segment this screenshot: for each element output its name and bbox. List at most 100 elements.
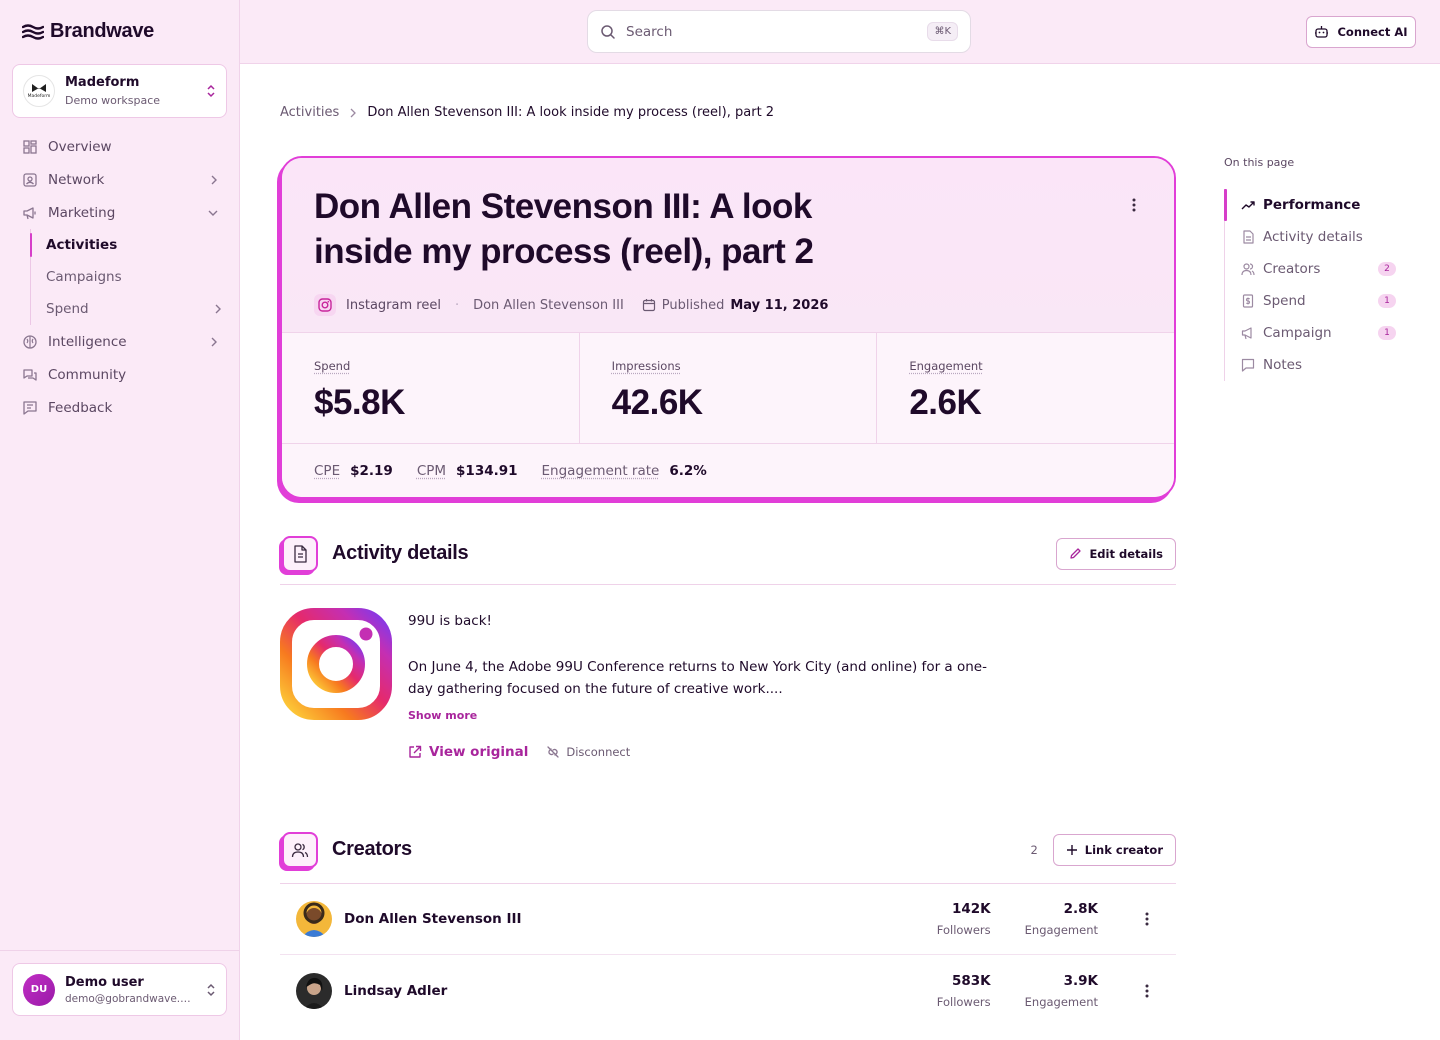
performance-card: Don Allen Stevenson III: A look inside m… [280, 156, 1176, 499]
sidebar-divider [0, 950, 239, 951]
show-more-link[interactable]: Show more [408, 709, 477, 722]
metric-cpm: CPM $134.91 [416, 462, 518, 479]
edit-details-button[interactable]: Edit details [1056, 537, 1176, 570]
sidebar-item-network[interactable]: Network [0, 163, 240, 196]
description-line-1: 99U is back! [408, 613, 492, 629]
chevron-right-icon [349, 108, 357, 118]
chevron-down-icon [208, 209, 218, 217]
toc-title: On this page [1224, 156, 1295, 169]
toc-item-activity-details[interactable]: Activity details [1225, 221, 1404, 253]
creator-name[interactable]: Don Allen Stevenson III [344, 911, 937, 927]
toc-item-performance[interactable]: Performance [1224, 189, 1404, 221]
activity-creator: Don Allen Stevenson III [473, 297, 624, 313]
table-row[interactable]: Lindsay Adler 583K Followers 3.9K Engage… [280, 955, 1176, 1026]
published-date: May 11, 2026 [730, 297, 829, 313]
creator-followers: 142K Followers [936, 901, 991, 937]
on-this-page: On this page Performance Activity detail… [1224, 156, 1404, 381]
secondary-metrics: CPE $2.19 CPM $134.91 Engagement rate 6.… [282, 444, 1174, 497]
disconnect-button[interactable]: Disconnect [546, 745, 630, 759]
view-original-link[interactable]: View original [408, 744, 528, 760]
workspace-subtitle: Demo workspace [65, 94, 161, 107]
workspace-logo: Madeform [23, 75, 55, 107]
kebab-icon[interactable] [1132, 984, 1162, 998]
toc-item-notes[interactable]: Notes [1225, 349, 1404, 381]
toc-item-spend[interactable]: Spend 1 [1225, 285, 1404, 317]
toc-badge: 1 [1378, 294, 1396, 308]
creator-followers: 583K Followers [936, 972, 991, 1009]
page-title: Don Allen Stevenson III: A look inside m… [314, 187, 814, 271]
activity-description: 99U is back! On June 4, the Adobe 99U Co… [408, 610, 1008, 700]
toc-list: Performance Activity details Creators 2 … [1224, 189, 1404, 381]
brand-name: Brandwave [50, 20, 155, 42]
calendar-icon [642, 298, 656, 312]
sidebar-item-campaigns[interactable]: Campaigns [0, 261, 240, 293]
document-icon [1241, 230, 1255, 244]
section-title-creators: Creators [332, 838, 412, 860]
breadcrumb: Activities Don Allen Stevenson III: A lo… [280, 105, 774, 120]
chat-icon [1241, 358, 1255, 372]
sidebar-item-community[interactable]: Community [0, 358, 240, 391]
creator-engagement: 2.8K Engagement [1024, 901, 1098, 937]
breadcrumb-current: Don Allen Stevenson III: A look inside m… [367, 105, 775, 120]
avatar [296, 901, 332, 937]
network-icon [22, 172, 38, 188]
kebab-icon[interactable] [1132, 198, 1136, 212]
published-label: Published [661, 297, 725, 313]
metric-cpe: CPE $2.19 [314, 462, 393, 479]
breadcrumb-activities-link[interactable]: Activities [280, 105, 339, 120]
megaphone-icon [22, 205, 38, 221]
user-email: demo@gobrandwave.co... [65, 992, 196, 1005]
activity-type: Instagram reel [346, 297, 441, 313]
feedback-icon [22, 400, 38, 416]
toc-item-campaign[interactable]: Campaign 1 [1225, 317, 1404, 349]
sidebar-item-marketing[interactable]: Marketing [0, 196, 240, 229]
waves-icon [22, 23, 44, 40]
table-row[interactable]: Don Allen Stevenson III 142K Followers 2… [280, 884, 1176, 955]
receipt-icon [1241, 294, 1255, 308]
sidebar: Brandwave Madeform Madeform Demo workspa… [0, 0, 240, 1040]
document-icon [282, 535, 318, 572]
sidebar-item-overview[interactable]: Overview [0, 130, 240, 163]
chevron-updown-icon [206, 84, 216, 98]
chevron-right-icon [214, 304, 222, 314]
brand-logo[interactable]: Brandwave [22, 20, 154, 43]
activity-details-header: Activity details Edit details [280, 535, 1176, 585]
sidebar-item-spend[interactable]: Spend [0, 293, 240, 325]
creator-engagement: 3.9K Engagement [1024, 972, 1098, 1009]
stat-impressions: Impressions 42.6K [580, 333, 878, 443]
instagram-logo-image [280, 608, 392, 720]
creator-name[interactable]: Lindsay Adler [344, 983, 937, 999]
sidebar-item-feedback[interactable]: Feedback [0, 391, 240, 424]
kebab-icon[interactable] [1132, 912, 1162, 926]
workspace-switcher[interactable]: Madeform Madeform Demo workspace [12, 64, 227, 118]
user-menu[interactable]: DU Demo user demo@gobrandwave.co... [12, 963, 227, 1016]
activity-actions: View original Disconnect [408, 744, 630, 760]
search-shortcut: ⌘K [927, 22, 958, 41]
avatar: DU [23, 973, 55, 1006]
section-title-activity-details: Activity details [332, 542, 469, 564]
user-name: Demo user [65, 974, 144, 990]
external-link-icon [408, 745, 422, 759]
search-icon [600, 24, 616, 40]
chat-icon [22, 367, 38, 383]
connect-ai-button[interactable]: Connect AI [1306, 16, 1416, 48]
sidebar-item-intelligence[interactable]: Intelligence [0, 325, 240, 358]
creators-count: 2 [1030, 842, 1038, 857]
trend-icon [1241, 198, 1255, 212]
link-creator-button[interactable]: Link creator [1052, 833, 1176, 866]
search-input[interactable]: Search ⌘K [587, 10, 971, 53]
plus-icon [1066, 844, 1078, 856]
toc-item-creators[interactable]: Creators 2 [1225, 253, 1404, 285]
users-icon [1241, 262, 1255, 276]
stat-spend: Spend $5.8K [282, 333, 580, 443]
bot-icon [1314, 25, 1329, 39]
toc-badge: 2 [1378, 262, 1396, 276]
search-placeholder: Search [626, 23, 673, 40]
top-bar: Search ⌘K Connect AI [240, 0, 1440, 64]
chevron-updown-icon [206, 983, 216, 997]
chevron-right-icon [210, 175, 218, 185]
sidebar-item-activities[interactable]: Activities [0, 229, 240, 261]
creators-header: Creators 2 Link creator [280, 830, 1176, 884]
chevron-right-icon [210, 337, 218, 347]
avatar [296, 972, 332, 1009]
